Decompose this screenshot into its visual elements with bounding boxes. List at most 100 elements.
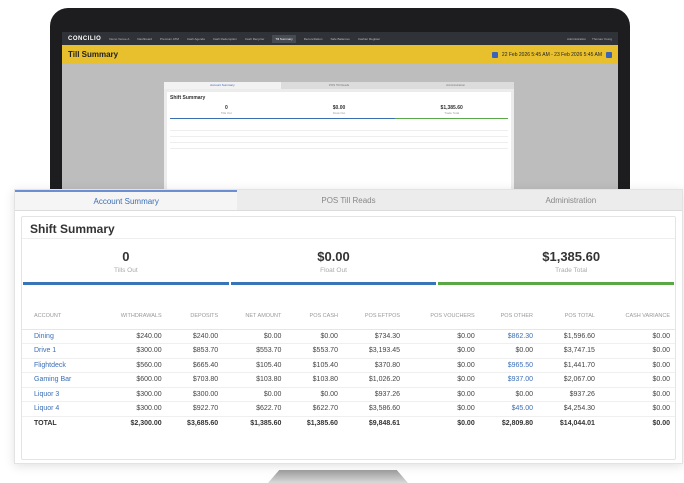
- stat-label: Tills Out: [114, 267, 138, 274]
- table-cell: $553.70: [286, 343, 343, 359]
- pos-other-link[interactable]: $45.00: [479, 401, 539, 417]
- table-cell: $0.00: [599, 343, 675, 359]
- nav-item[interactable]: Reconciliation: [304, 37, 323, 41]
- table-cell: $0.00: [223, 387, 287, 402]
- shift-summary-panel: Account Summary POS Till Reads Administr…: [14, 189, 683, 464]
- total-cell: $14,044.01: [559, 420, 595, 427]
- stat-label: Tills Out: [220, 111, 232, 115]
- table-cell: $3,586.60: [342, 401, 406, 417]
- table-cell: $0.00: [405, 343, 480, 359]
- app-logo: CONCILIO: [68, 35, 102, 42]
- column-header: DEPOSITS: [166, 303, 224, 330]
- table-cell: $0.00: [599, 358, 675, 373]
- table-cell: $0.00: [405, 387, 480, 402]
- nav-user[interactable]: Thomas Young: [592, 37, 612, 41]
- table-header-row: ACCOUNT WITHDRAWALS DEPOSITS NET AMOUNT …: [22, 303, 675, 330]
- nav-right: Administration Thomas Young: [567, 37, 612, 41]
- total-cell: $0.00: [457, 420, 475, 427]
- stat-value: $0.00: [317, 249, 350, 264]
- table-cell: $103.80: [223, 372, 287, 388]
- stage: CONCILIO Demo Venue A Dashboard Premium …: [0, 0, 684, 483]
- table-cell: $105.40: [286, 358, 343, 373]
- table-cell: $0.00: [479, 343, 539, 359]
- total-cell: $2,300.00: [130, 420, 162, 427]
- background-stat: 0 Tills Out: [170, 105, 283, 119]
- background-tabs: Account Summary POS Till Reads Administr…: [164, 82, 514, 89]
- monitor-stand: [268, 470, 408, 483]
- table-cell: $703.80: [166, 372, 224, 388]
- table-cell: $0.00: [405, 358, 480, 373]
- total-cell: $3,685.60: [187, 420, 219, 427]
- account-link[interactable]: Dining: [22, 329, 97, 344]
- pos-other-link[interactable]: $937.00: [479, 372, 539, 388]
- stat-label: Trade Total: [444, 111, 460, 115]
- table-cell: $0.00: [599, 387, 675, 402]
- table-row: Liquor 4 $300.00 $922.70 $622.70 $622.70…: [22, 401, 675, 417]
- background-stat: $0.00 Float Out: [282, 105, 396, 119]
- nav-item[interactable]: Cash Redemption: [213, 37, 237, 41]
- account-link[interactable]: Drive 1: [22, 343, 97, 359]
- background-date-range[interactable]: 22 Feb 2026 5:45 AM - 23 Feb 2026 5:45 A…: [491, 51, 612, 58]
- background-tab[interactable]: Administration: [397, 82, 514, 89]
- table-cell: $0.00: [286, 329, 343, 344]
- pos-other-link[interactable]: $965.50: [479, 358, 539, 373]
- tab-account-summary[interactable]: Account Summary: [15, 190, 238, 210]
- tab-pos-till-reads[interactable]: POS Till Reads: [237, 190, 459, 210]
- pos-other-link[interactable]: $862.30: [479, 329, 539, 344]
- table-cell: $2,067.00: [538, 372, 600, 388]
- table-cell: $1,441.70: [538, 358, 600, 373]
- nav-item[interactable]: Safe Balances: [330, 37, 349, 41]
- nav-item[interactable]: Premium ATM: [160, 37, 179, 41]
- column-header: POS OTHER: [479, 303, 539, 330]
- background-stats: 0 Tills Out $0.00 Float Out $1,385.60 Trade…: [170, 105, 509, 119]
- total-cell: $2,809.80: [501, 420, 534, 427]
- table-cell: $937.26: [538, 387, 600, 402]
- column-header: POS TOTAL: [538, 303, 600, 330]
- table-cell: $853.70: [166, 343, 224, 359]
- account-link[interactable]: Gaming Bar: [22, 372, 97, 388]
- calendar-icon[interactable]: [606, 51, 612, 58]
- account-link[interactable]: Liquor 3: [22, 387, 97, 402]
- table-cell: $600.00: [96, 372, 167, 388]
- table-row: Gaming Bar $600.00 $703.80 $103.80 $103.…: [22, 372, 675, 388]
- date-range-label: 22 Feb 2026 5:45 AM - 23 Feb 2026 5:45 A…: [501, 51, 602, 58]
- table-cell: $1,596.60: [538, 329, 600, 344]
- account-link[interactable]: Flightdeck: [22, 358, 97, 373]
- column-header: WITHDRAWALS: [96, 303, 167, 330]
- total-cell: $1,385.60: [306, 420, 338, 427]
- card-title: Shift Summary: [22, 217, 675, 239]
- table-row: Flightdeck $560.00 $665.40 $105.40 $105.…: [22, 358, 675, 373]
- stat-label: Float Out: [332, 111, 346, 115]
- account-link[interactable]: Liquor 4: [22, 401, 97, 417]
- background-tab[interactable]: POS Till Reads: [281, 82, 398, 89]
- table-cell: $0.00: [479, 387, 539, 402]
- stat-float-out: $0.00 Float Out: [230, 239, 437, 285]
- table-row: Drive 1 $300.00 $853.70 $553.70 $553.70 …: [22, 343, 675, 359]
- table-total-row: TOTAL $2,300.00 $3,685.60 $1,385.60 $1,3…: [22, 416, 675, 431]
- nav-item[interactable]: Dashboard: [137, 37, 152, 41]
- table-cell: $240.00: [166, 329, 224, 344]
- calendar-icon[interactable]: [491, 51, 498, 58]
- background-tab[interactable]: Account Summary: [164, 82, 281, 89]
- column-header: CASH VARIANCE: [599, 303, 675, 330]
- table-cell: $0.00: [599, 401, 675, 417]
- stat-label: Trade Total: [555, 267, 588, 274]
- table-cell: $4,254.30: [538, 401, 600, 417]
- nav-item[interactable]: Cashier Register: [358, 37, 380, 41]
- table-row: Dining $240.00 $240.00 $0.00 $0.00 $734.…: [22, 329, 675, 344]
- table-cell: $560.00: [96, 358, 167, 373]
- table-cell: $300.00: [166, 387, 224, 402]
- background-stat: $1,385.60 Trade Total: [395, 105, 509, 119]
- nav-item[interactable]: Cash Recycler: [245, 37, 265, 41]
- table-cell: $622.70: [286, 401, 343, 417]
- tab-administration[interactable]: Administration: [460, 190, 682, 210]
- background-card-title: Shift Summary: [170, 95, 206, 101]
- nav-item[interactable]: Cash Agenda: [187, 37, 205, 41]
- background-nav-bar: CONCILIO Demo Venue A Dashboard Premium …: [62, 32, 618, 45]
- nav-item-till-summary[interactable]: Till Summary: [272, 34, 296, 43]
- total-cell: $0.00: [652, 420, 670, 427]
- background-title-bar: Till Summary 22 Feb 2026 5:45 AM - 23 Fe…: [62, 45, 618, 64]
- nav-administration[interactable]: Administration: [567, 37, 586, 41]
- nav-item[interactable]: Demo Venue A: [109, 37, 129, 41]
- table-cell: $937.26: [342, 387, 406, 402]
